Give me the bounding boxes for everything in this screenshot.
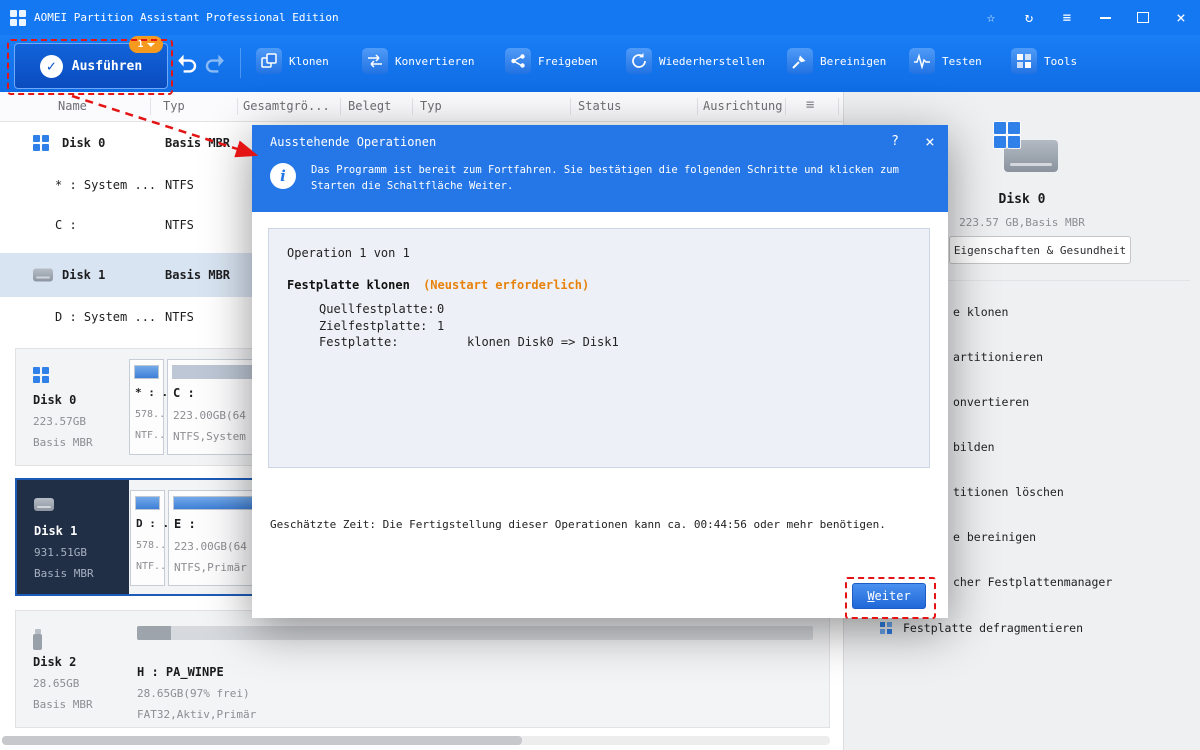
table-header: Name Typ Gesamtgrö... Belegt Typ Status …	[0, 92, 843, 122]
operation-restart-note: (Neustart erforderlich)	[423, 278, 590, 292]
menu-item-delete-partitions[interactable]: titionen löschen	[953, 483, 1064, 501]
apply-button[interactable]: ✓ Ausführen 1	[14, 36, 168, 89]
menu-item-defragment[interactable]: Festplatte defragmentieren	[879, 619, 1083, 637]
detail-clone-operation: Festplatte: klonen Disk0 => Disk1	[319, 335, 619, 349]
dialog-info-text: Das Programm ist bereit zum Fortfahren. …	[311, 164, 899, 192]
detail-source-disk: Quellfestplatte: 0	[319, 302, 445, 316]
column-name[interactable]: Name	[58, 99, 87, 113]
toolbar-button-share[interactable]: Freigeben	[505, 48, 598, 74]
info-icon: i	[270, 163, 296, 189]
estimated-time-text: Geschätzte Zeit: Die Fertigstellung dies…	[270, 518, 886, 531]
pending-count-badge[interactable]: 1	[129, 36, 163, 53]
close-button[interactable]: ×	[1162, 0, 1200, 35]
check-circle-icon: ✓	[39, 54, 63, 78]
horizontal-scrollbar	[2, 736, 830, 745]
toolbar: ✓ Ausführen 1 Klonen Konvertieren Freige…	[0, 35, 1200, 92]
window-title: AOMEI Partition Assistant Professional E…	[34, 11, 339, 24]
drive-icon	[34, 498, 54, 511]
column-typ[interactable]: Typ	[163, 99, 185, 113]
menu-item-secure-disk-manager[interactable]: cher Festplattenmanager	[953, 573, 1112, 591]
clone-icon	[256, 48, 282, 74]
menu-item-clone-disk[interactable]: e klonen	[953, 303, 1008, 321]
disk0-partition-system[interactable]: * : ... 578... NTF...	[129, 359, 181, 455]
toolbar-button-wipe[interactable]: Bereinigen	[787, 48, 886, 74]
disk1-partition-d[interactable]: D : ... 578... NTF...	[130, 490, 182, 586]
proceed-button[interactable]: Weiter	[852, 583, 926, 609]
disk2-info: Disk 2 28.65GB Basis MBR	[16, 611, 128, 727]
disk0-info: Disk 0 223.57GB Basis MBR	[16, 349, 128, 465]
drive-icon	[33, 268, 53, 282]
dialog-close-icon[interactable]: ×	[912, 132, 948, 151]
minimize-button[interactable]	[1086, 0, 1124, 35]
dialog-title: Ausstehende Operationen	[270, 134, 437, 149]
dialog-header: Ausstehende Operationen ? × i Das Progra…	[252, 125, 948, 212]
disk-logo-icon	[994, 122, 1020, 148]
convert-icon	[362, 48, 388, 74]
maximize-button[interactable]	[1124, 0, 1162, 35]
operation-title: Festplatte klonen	[287, 278, 410, 292]
toolbar-button-restore[interactable]: Wiederherstellen	[626, 48, 765, 74]
dialog-body: Operation 1 von 1 Festplatte klonen (Neu…	[252, 212, 948, 618]
undo-icon[interactable]	[174, 51, 198, 75]
pending-operations-dialog: Ausstehende Operationen ? × i Das Progra…	[252, 125, 948, 618]
disk-icon	[33, 367, 49, 383]
favorites-star-icon[interactable]: ☆	[972, 0, 1010, 35]
capacity-bar	[135, 496, 160, 510]
share-icon	[505, 48, 531, 74]
column-options-icon[interactable]: ≡	[806, 97, 814, 113]
usb-icon	[33, 629, 42, 650]
disk2-block[interactable]: Disk 2 28.65GB Basis MBR H : PA_WINPE 28…	[15, 610, 830, 728]
tools-grid-icon	[1011, 48, 1037, 74]
column-fs-typ[interactable]: Typ	[420, 99, 442, 113]
apply-button-label: Ausführen	[71, 58, 143, 74]
main-menu-icon[interactable]: ≡	[1048, 0, 1086, 35]
help-icon[interactable]: ?	[878, 134, 912, 149]
defragment-icon	[880, 621, 892, 634]
update-sync-icon[interactable]: ↻	[1010, 0, 1048, 35]
disk-icon	[33, 135, 49, 151]
app-window: AOMEI Partition Assistant Professional E…	[0, 0, 1200, 750]
properties-health-button[interactable]: Eigenschaften & Gesundheit	[949, 236, 1131, 264]
column-status[interactable]: Status	[578, 99, 621, 113]
toolbar-separator	[240, 48, 241, 78]
toolbar-button-tools[interactable]: Tools	[1011, 48, 1077, 74]
menu-item-quick-partition[interactable]: artitionieren	[953, 348, 1043, 366]
restore-icon	[626, 48, 652, 74]
app-logo-icon	[10, 9, 26, 26]
toolbar-button-test[interactable]: Testen	[909, 48, 982, 74]
redo-icon[interactable]	[204, 51, 228, 75]
operations-list: Operation 1 von 1 Festplatte klonen (Neu…	[268, 228, 930, 468]
menu-item-convert[interactable]: onvertieren	[953, 393, 1029, 411]
capacity-bar	[134, 365, 159, 379]
column-alignment[interactable]: Ausrichtung	[703, 99, 782, 113]
toolbar-button-convert[interactable]: Konvertieren	[362, 48, 474, 74]
wipe-icon	[787, 48, 813, 74]
chevron-down-icon	[146, 42, 155, 47]
column-used[interactable]: Belegt	[348, 99, 391, 113]
column-total-size[interactable]: Gesamtgrö...	[243, 99, 330, 113]
titlebar: AOMEI Partition Assistant Professional E…	[0, 0, 1200, 35]
toolbar-button-clone[interactable]: Klonen	[256, 48, 329, 74]
disk1-info: Disk 1 931.51GB Basis MBR	[17, 480, 129, 594]
menu-item-wipe-disk[interactable]: e bereinigen	[953, 528, 1036, 546]
detail-target-disk: Zielfestplatte: 1	[319, 318, 445, 333]
operation-count: Operation 1 von 1	[287, 246, 410, 260]
menu-item-rebuild[interactable]: bilden	[953, 438, 995, 456]
test-icon	[909, 48, 935, 74]
disk2-partition-h[interactable]: H : PA_WINPE 28.65GB(97% frei) FAT32,Akt…	[129, 621, 819, 721]
capacity-bar	[137, 626, 813, 640]
scrollbar-thumb[interactable]	[2, 736, 522, 745]
